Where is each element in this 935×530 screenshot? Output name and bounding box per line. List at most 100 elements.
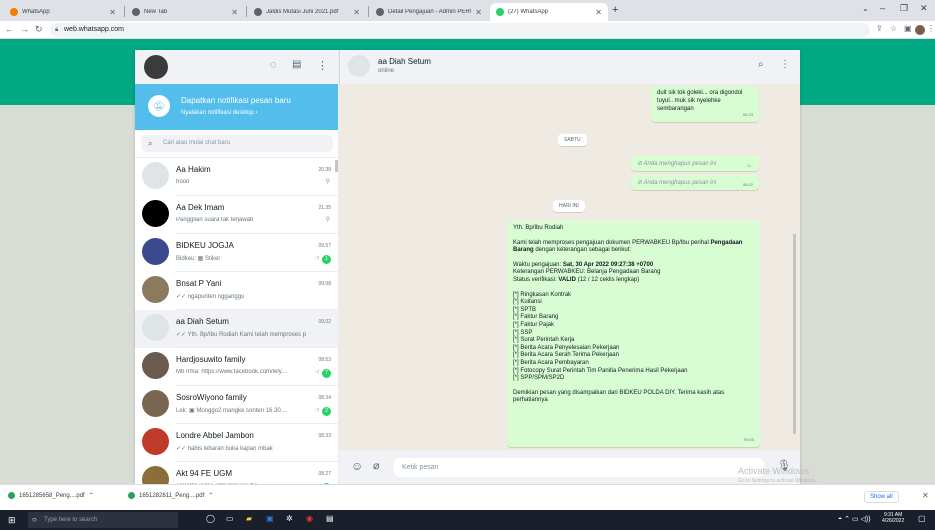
cortana-icon[interactable]: ◯ — [206, 514, 215, 523]
close-icon[interactable]: ✕ — [475, 8, 482, 17]
forward-icon[interactable]: → — [20, 24, 29, 34]
chat-avatar — [142, 276, 169, 303]
reload-icon[interactable]: ↻ — [35, 24, 43, 35]
chat-list-item[interactable]: Akt 94 FE UGM+62 811-7707-748: Kok iso i… — [135, 462, 338, 484]
date-divider: SABTU — [558, 134, 587, 146]
taskbar-search-input[interactable]: ○ Type here to search — [28, 512, 178, 528]
tab-pdf[interactable]: Jaldis Mutasi Juni 2021.pdf ✕ — [248, 3, 366, 21]
tab-whatsapp-active[interactable]: (27) WhatsApp ✕ — [490, 3, 608, 21]
maximize-icon[interactable]: ❐ — [900, 3, 908, 14]
extension-icon[interactable]: ▣ — [904, 24, 912, 33]
tray-icons[interactable]: ◓ ⌃ ▭ ◁)) — [838, 515, 871, 523]
checklist-item: [*] SPTB — [513, 306, 537, 313]
notification-link[interactable]: Nyalakan notifikasi desktop › — [181, 110, 257, 116]
tab-title: WhatsApp — [22, 9, 50, 15]
search-icon: ○ — [32, 515, 37, 524]
chevron-up-icon[interactable]: ⌃ — [208, 492, 213, 499]
minimize-icon[interactable]: – — [880, 3, 885, 13]
tab-title: Detail Pengajuan - Admin PERW — [388, 9, 472, 15]
pin-icon: ⚲ — [325, 179, 330, 185]
chat-last-message: Bidkeu: ▦ Stiker — [176, 256, 221, 262]
tab-new-tab[interactable]: New Tab ✕ — [126, 3, 244, 21]
task-view-icon[interactable]: ▭ — [226, 514, 234, 523]
close-icon[interactable]: ✕ — [353, 8, 360, 17]
deleted-text: Anda menghapus pesan ini — [643, 161, 717, 167]
activate-windows-title: Activate Windows — [738, 466, 810, 476]
chat-avatar — [142, 314, 169, 341]
profile-avatar[interactable] — [915, 25, 925, 35]
new-tab-button[interactable]: + — [612, 4, 618, 16]
deleted-message[interactable]: ⊘ Anda menghapus pesan ini 06.02 — [631, 175, 759, 190]
search-input[interactable]: ⌕ Cari atau mulai chat baru — [141, 135, 333, 152]
new-chat-icon[interactable]: ▤ — [292, 59, 301, 70]
checklist-item: [*] Kuitansi — [513, 299, 542, 306]
chat-last-message: hooo — [176, 179, 190, 185]
notification-banner[interactable]: 🔕︎ Dapatkan notifikasi pesan baru Nyalak… — [135, 84, 338, 130]
chat-list-item[interactable]: Bnsat P Yani ✓✓ ngapunten ngganggu 09.08 — [135, 272, 338, 310]
file-explorer-icon[interactable]: ▰ — [246, 514, 252, 523]
tab-whatsapp[interactable]: WhatsApp ✕ — [4, 3, 122, 21]
message-time: 06.23 — [742, 112, 753, 117]
chevron-up-icon[interactable]: ⌃ — [89, 492, 94, 499]
muted-icon: ◁ — [315, 255, 319, 261]
chat-avatar — [142, 428, 169, 455]
sidebar-scrollbar[interactable] — [335, 160, 338, 172]
chat-list-item[interactable]: Hardjosuwito family Mb Irma: https://www.… — [135, 348, 338, 386]
browser-tab-bar: WhatsApp ✕ New Tab ✕ Jaldis Mutasi Juni … — [0, 0, 935, 21]
window-close-icon[interactable]: ✕ — [920, 3, 928, 14]
download-item[interactable]: 1651285658_Peng....pdf ⌃ — [8, 492, 94, 499]
attach-icon[interactable]: ⌀ — [373, 459, 380, 472]
search-placeholder: Cari atau mulai chat baru — [163, 140, 231, 146]
my-avatar[interactable] — [144, 55, 168, 79]
chat-last-message: Panggilan suara tak terjawab — [176, 217, 254, 223]
show-all-button[interactable]: Show all — [864, 491, 899, 503]
close-icon[interactable]: ✕ — [595, 8, 602, 17]
menu-kebab-icon[interactable]: ⋮ — [927, 24, 935, 33]
message-input[interactable]: Ketik pesan — [394, 458, 764, 477]
app-icon[interactable]: ▤ — [326, 514, 334, 523]
url-input[interactable]: 🔒︎ web.whatsapp.com — [50, 23, 870, 37]
search-icon[interactable]: ⌕ — [758, 59, 764, 70]
tab-detail-pengajuan[interactable]: Detail Pengajuan - Admin PERW ✕ — [370, 3, 488, 21]
taskbar-clock[interactable]: 9:31 AM 4/26/2022 — [882, 512, 904, 524]
message-scrollbar[interactable] — [793, 234, 796, 434]
emoji-icon[interactable]: ☺ — [351, 459, 363, 473]
menu-icon[interactable]: ⋮ — [317, 59, 328, 72]
chat-avatar — [142, 238, 169, 265]
bookmark-star-icon[interactable]: ☆ — [890, 24, 897, 33]
windows-start-icon[interactable]: ⊞ — [8, 515, 16, 526]
checklist-item: [*] Surat Perintah Kerja — [513, 337, 575, 344]
windows-taskbar: ⊞ ○ Type here to search ◯ ▭ ▰ ▣ ✲ ◉ ▤ ◓ … — [0, 510, 935, 530]
word-icon[interactable]: ▣ — [266, 514, 274, 523]
close-downloads-icon[interactable]: ✕ — [922, 491, 929, 500]
checklist-item: [*] Berita Acara Serah Terima Pekerjaan — [513, 352, 619, 359]
chat-list-item[interactable]: Aa Dek Imam Panggilan suara tak terjawab 2… — [135, 196, 338, 234]
chat-list-item[interactable]: aa Diah Setum ✓✓ Yth. Bp/Ibu Rodiah Kami … — [135, 310, 338, 348]
close-icon[interactable]: ✕ — [109, 8, 116, 17]
menu-icon[interactable]: ⋮ — [780, 59, 790, 70]
status-icon[interactable]: ◌ — [270, 59, 277, 71]
message-bubble[interactable]: duit sik tok goleki... ora digondol tuyu… — [651, 86, 759, 122]
deleted-message[interactable]: ⊘ Anda menghapus pesan ini 0... — [631, 156, 759, 171]
back-icon[interactable]: ← — [5, 24, 14, 34]
contact-avatar[interactable] — [348, 55, 370, 77]
conversation-header[interactable]: aa Diah Setum online ⌕ ⋮ — [339, 50, 800, 84]
chat-name: Aa Dek Imam — [176, 203, 225, 212]
webpage: ◌ ▤ ⋮ 🔕︎ Dapatkan notifikasi pesan baru … — [0, 39, 935, 484]
long-message-bubble[interactable]: Yth. Bp/Ibu Rodiah Kami telah memproses … — [507, 221, 760, 447]
notification-center-icon[interactable]: ▢ — [918, 514, 926, 523]
chat-last-message: Mb Irma: https://www.facebook.com/lely..… — [176, 369, 287, 375]
share-icon[interactable]: ⇪ — [876, 24, 883, 33]
close-icon[interactable]: ✕ — [231, 8, 238, 17]
tab-search-icon[interactable]: ⌄ — [862, 4, 869, 13]
download-item[interactable]: 1651282811_Peng....pdf ⌃ — [128, 492, 213, 499]
settings-icon[interactable]: ✲ — [286, 514, 293, 523]
checklist-item: [*] Fotocopy Surat Perintah Tim Panitia … — [513, 367, 688, 374]
chat-list-item[interactable]: Aa Hakim hooo 20.38 ⚲ — [135, 158, 338, 196]
checklist-item: [*] Faktur Pajak — [513, 321, 555, 328]
chat-list-item[interactable]: SosroWiyono family Lek: ▣ Monggo2 mangke … — [135, 386, 338, 424]
taskbar-search-placeholder: Type here to search — [44, 517, 98, 523]
chat-list-item[interactable]: BIDKEU JOGJA Bidkeu: ▦ Stiker 09.57 ◁ 1 — [135, 234, 338, 272]
chat-list-item[interactable]: Londre Abbel Jambon ✓✓ habis lebaran buka… — [135, 424, 338, 462]
chrome-icon[interactable]: ◉ — [306, 514, 313, 523]
